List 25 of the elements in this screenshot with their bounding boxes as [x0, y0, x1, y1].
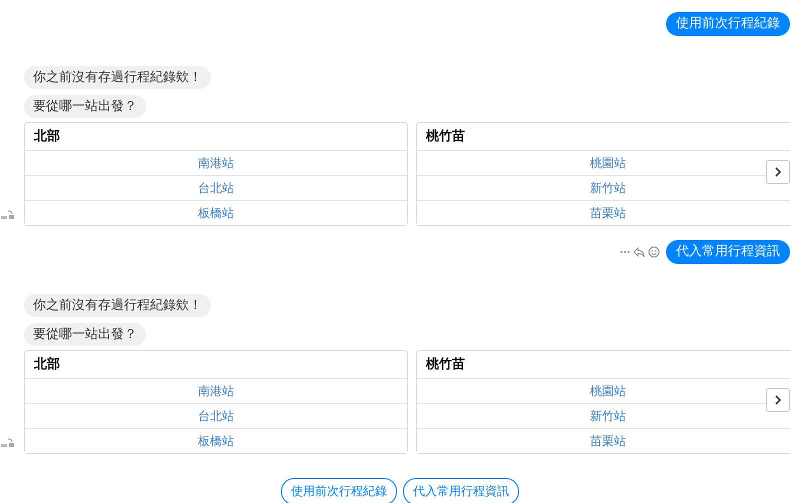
- bot-avatar-icon: [0, 210, 16, 220]
- station-option[interactable]: 板橋站: [25, 428, 407, 453]
- next-button[interactable]: [766, 388, 790, 412]
- reply-icon[interactable]: [633, 246, 645, 258]
- station-option[interactable]: 苗栗站: [417, 428, 790, 453]
- bot-message: 你之前沒有存過行程紀錄欸！: [24, 294, 211, 317]
- bot-message: 要從哪一站出發？: [24, 323, 146, 346]
- next-button[interactable]: [766, 160, 790, 184]
- card-title: 北部: [32, 356, 61, 374]
- chevron-right-icon: [774, 167, 782, 177]
- card-title: 桃竹苗: [424, 128, 466, 146]
- sent-message: 使用前次行程紀錄: [666, 12, 790, 36]
- chevron-right-icon: [774, 395, 782, 405]
- quick-reply-button[interactable]: 使用前次行程紀錄: [281, 478, 397, 503]
- bot-message: 你之前沒有存過行程紀錄欸！: [24, 66, 211, 89]
- sent-message: 代入常用行程資訊: [666, 240, 790, 264]
- station-option[interactable]: 板橋站: [25, 200, 407, 225]
- card-title: 桃竹苗: [424, 356, 466, 374]
- quick-reply-button[interactable]: 代入常用行程資訊: [403, 478, 519, 503]
- card-title: 北部: [32, 128, 61, 146]
- bot-avatar-icon: [0, 438, 16, 448]
- station-option[interactable]: 苗栗站: [417, 200, 790, 225]
- smiley-icon[interactable]: [648, 246, 660, 258]
- more-icon[interactable]: [620, 250, 630, 254]
- bot-message: 要從哪一站出發？: [24, 95, 146, 118]
